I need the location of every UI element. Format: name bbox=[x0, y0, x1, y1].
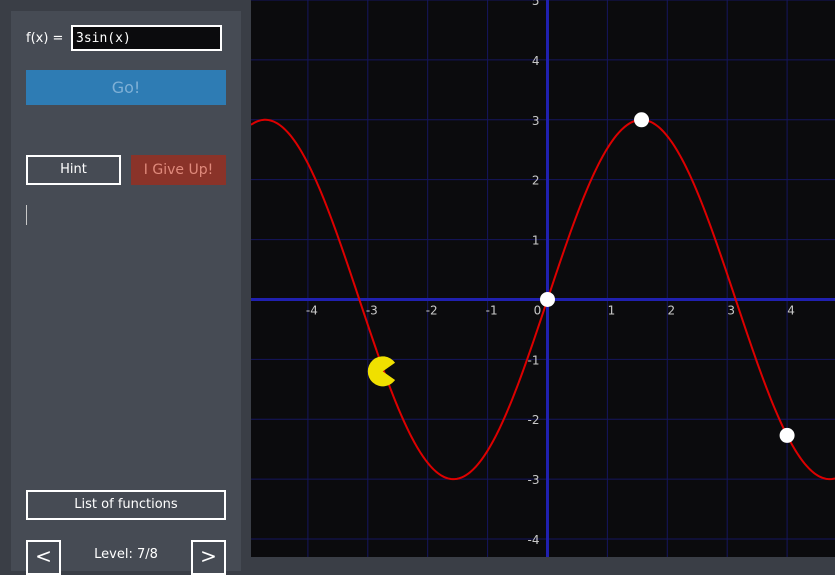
previous-level-button[interactable]: < bbox=[26, 540, 61, 575]
y-tick-label: -4 bbox=[528, 533, 540, 547]
text-caret bbox=[26, 205, 27, 225]
target-point bbox=[779, 427, 795, 443]
list-of-functions-button[interactable]: List of functions bbox=[26, 490, 226, 520]
graph-canvas[interactable]: -4 -3 -2 -1 1 2 3 4054321-1-2-3-4 bbox=[251, 0, 835, 557]
go-button[interactable]: Go! bbox=[26, 70, 226, 105]
target-point bbox=[539, 291, 555, 307]
x-tick-label: -4 bbox=[306, 303, 318, 317]
x-tick-label: -3 bbox=[366, 303, 378, 317]
x-tick-label: -1 bbox=[486, 303, 498, 317]
y-tick-label: 4 bbox=[532, 54, 540, 68]
y-tick-label: 1 bbox=[532, 234, 540, 248]
y-tick-label: 3 bbox=[532, 114, 540, 128]
y-tick-label: 2 bbox=[532, 174, 540, 188]
player-pacman-icon bbox=[367, 356, 396, 387]
x-tick-label: -2 bbox=[426, 303, 438, 317]
next-level-button[interactable]: > bbox=[191, 540, 226, 575]
x-tick-label: 4 bbox=[787, 303, 795, 317]
give-up-button[interactable]: I Give Up! bbox=[131, 155, 226, 185]
x-tick-label: 3 bbox=[727, 303, 735, 317]
hint-button[interactable]: Hint bbox=[26, 155, 121, 185]
y-tick-label: 5 bbox=[532, 0, 540, 8]
graph-area[interactable]: -4 -3 -2 -1 1 2 3 4 0 5 4 3 2 1 -1 -2 -3 -4 bbox=[251, 0, 835, 557]
function-label: f(x) = bbox=[26, 31, 64, 46]
x-tick-label: 2 bbox=[667, 303, 675, 317]
function-input[interactable] bbox=[71, 25, 222, 51]
y-tick-label: -3 bbox=[528, 473, 540, 487]
x-tick-label: 1 bbox=[608, 303, 616, 317]
y-tick-label: -2 bbox=[528, 413, 540, 427]
level-indicator: Level: 7/8 bbox=[94, 547, 158, 562]
origin-label: 0 bbox=[534, 303, 542, 317]
target-point bbox=[634, 112, 650, 128]
